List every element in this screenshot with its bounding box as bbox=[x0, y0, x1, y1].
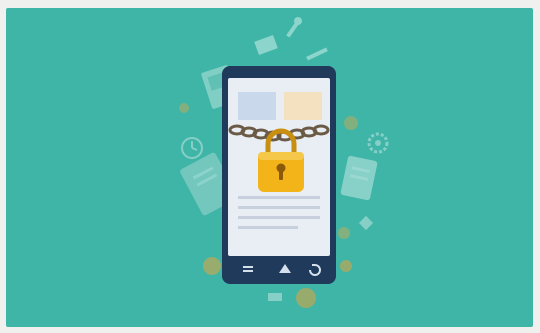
gear-icon bbox=[367, 132, 389, 154]
wrench-icon bbox=[306, 47, 328, 61]
coin-icon bbox=[340, 260, 352, 272]
screen-image-card bbox=[238, 92, 276, 120]
document-icon bbox=[340, 155, 378, 201]
coin-icon bbox=[344, 116, 358, 130]
envelope-icon bbox=[254, 35, 278, 55]
wrench-icon bbox=[286, 17, 302, 38]
screen-image-card bbox=[284, 92, 322, 120]
coin-icon bbox=[338, 227, 350, 239]
coin-icon bbox=[296, 288, 316, 308]
coin-icon bbox=[203, 257, 221, 275]
locked-phone-illustration bbox=[179, 17, 389, 308]
battery-icon bbox=[268, 293, 282, 301]
screen-text-line bbox=[238, 206, 320, 209]
screen-text-line bbox=[238, 226, 298, 229]
screen-text-line bbox=[238, 196, 320, 199]
sparkle-icon bbox=[358, 215, 374, 231]
illustration-panel bbox=[6, 8, 533, 327]
photo-frame bbox=[0, 0, 540, 333]
coin-icon bbox=[179, 103, 189, 113]
screen-text-line bbox=[238, 216, 320, 219]
clock-icon bbox=[181, 137, 203, 159]
